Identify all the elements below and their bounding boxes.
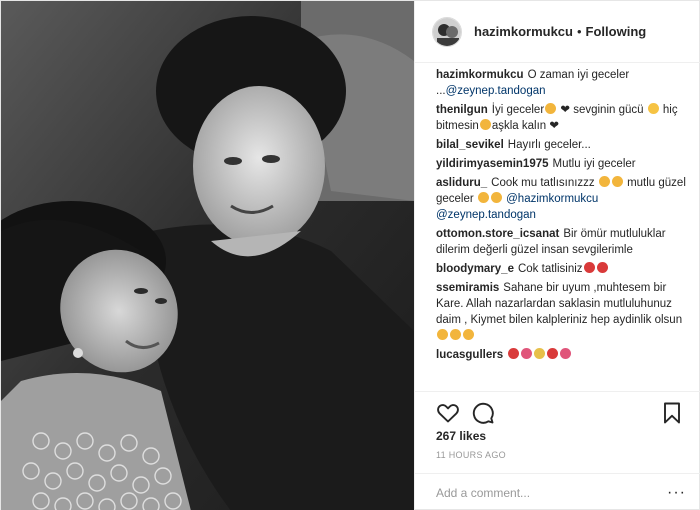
timestamp[interactable]: 11 HOURS AGO [436, 450, 506, 460]
following-button[interactable]: Following [586, 24, 647, 39]
emoji-icon [490, 192, 502, 203]
action-bar [415, 391, 700, 431]
comment-username[interactable]: ssemiramis [436, 282, 499, 294]
comment-item: ssemiramis Sahane bir uyum ,muhtesem bir … [436, 280, 688, 344]
comment-username[interactable]: bloodymary_e [436, 263, 514, 275]
more-options-icon[interactable]: ··· [667, 484, 686, 502]
emoji-icon [611, 176, 623, 187]
emoji-icon [547, 348, 559, 359]
comment-username[interactable]: bilal_sevikel [436, 139, 504, 151]
bookmark-icon[interactable] [660, 401, 684, 425]
emoji-icon [534, 348, 546, 359]
emoji-icon [508, 348, 520, 359]
post-sidebar: hazimkormukcu • Following hazimkormukcu O… [414, 1, 700, 510]
comment-username[interactable]: thenilgun [436, 104, 488, 116]
comment-item: yildirimyasemin1975 Mutlu iyi geceler [436, 156, 688, 172]
comment-item: asliduru_ Cook mu tatlısınızzz mutlu güze… [436, 175, 688, 223]
comment-input[interactable] [436, 485, 668, 500]
emoji-icon [437, 329, 448, 340]
post-header: hazimkormukcu • Following [415, 1, 700, 63]
emoji-icon [583, 262, 595, 273]
heart-outline-icon[interactable] [436, 401, 460, 425]
comment-bubble-icon[interactable] [471, 401, 495, 425]
avatar-image [433, 17, 461, 46]
comment-text: Cook mu tatlısınızzz [491, 177, 598, 189]
comment-username[interactable]: asliduru_ [436, 177, 487, 189]
comment-item: bilal_sevikel Hayırlı geceler... [436, 137, 688, 153]
comment-item: thenilgun İyi geceler ❤ sevginin gücü hiç… [436, 102, 688, 134]
emoji-icon [450, 329, 461, 340]
comment-username[interactable]: hazimkormukcu [436, 69, 524, 81]
header-username[interactable]: hazimkormukcu [474, 24, 573, 39]
comment-item: hazimkormukcu O zaman iyi geceler ...@zey… [436, 67, 688, 99]
comment-username[interactable]: lucasgullers [436, 349, 503, 361]
avatar[interactable] [432, 16, 462, 47]
emoji-icon [647, 103, 659, 114]
comment-text: Hayırlı geceler... [507, 139, 591, 151]
emoji-icon [463, 329, 474, 340]
comment-username[interactable]: ottomon.store_icsanat [436, 228, 559, 240]
comment-username[interactable]: yildirimyasemin1975 [436, 158, 549, 170]
post-photo[interactable] [1, 1, 414, 510]
comment-item: bloodymary_e Cok tatlisiniz [436, 261, 688, 277]
comment-item: lucasgullers [436, 347, 688, 363]
comment-text: ❤ sevginin gücü [557, 104, 647, 116]
comment-item: ottomon.store_icsanat Bir ömür mutlulukla… [436, 226, 688, 258]
comments-list: hazimkormukcu O zaman iyi geceler ...@zey… [415, 67, 700, 385]
emoji-icon [545, 103, 557, 114]
comment-text: İyi geceler [491, 104, 545, 116]
post-photo-image [1, 1, 414, 510]
emoji-icon [598, 176, 610, 187]
instagram-post: hazimkormukcu • Following hazimkormukcu O… [0, 0, 700, 510]
comment-text: Cok tatlisiniz [517, 263, 583, 275]
comment-text: aşkla kalın ❤ [491, 120, 559, 132]
emoji-icon [560, 348, 572, 359]
add-comment-bar: ··· [415, 473, 700, 510]
comment-text: Mutlu iyi geceler [552, 158, 636, 170]
header-separator: • [576, 24, 582, 39]
comment-mention[interactable]: @zeynep.tandogan [446, 85, 546, 97]
emoji-icon [596, 262, 608, 273]
emoji-icon [479, 119, 491, 130]
likes-count[interactable]: 267 likes [436, 429, 486, 443]
emoji-icon [521, 348, 533, 359]
emoji-icon [477, 192, 489, 203]
